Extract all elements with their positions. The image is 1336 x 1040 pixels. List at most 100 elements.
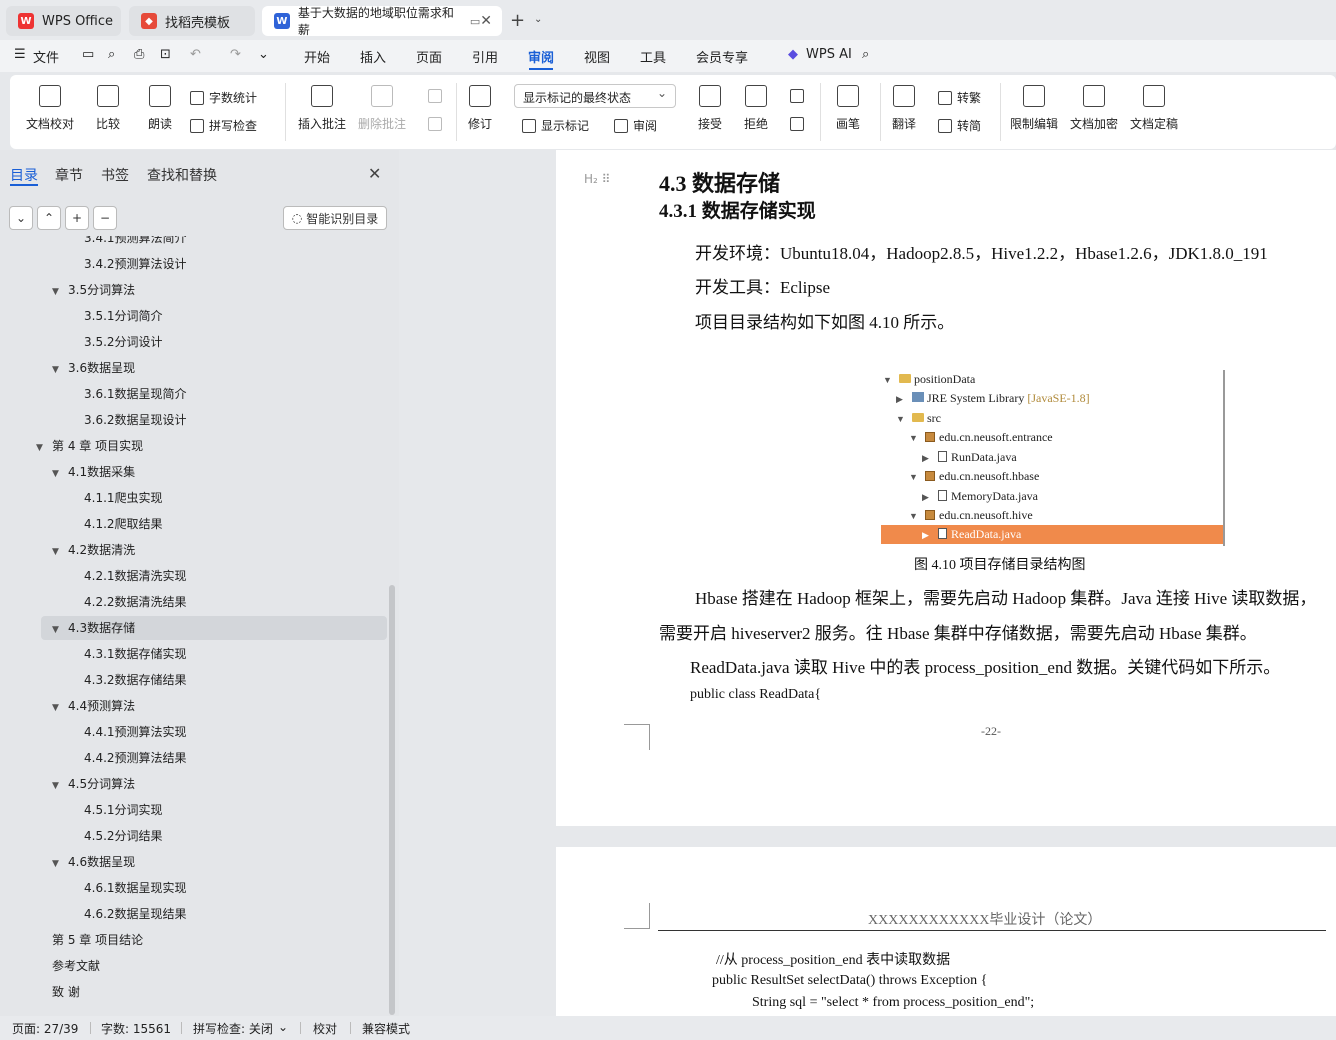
- compare-button[interactable]: 比较: [96, 85, 120, 132]
- menu-view[interactable]: 视图: [584, 47, 610, 66]
- expand-caret-icon[interactable]: ▼: [52, 618, 68, 642]
- toc-item[interactable]: 4.5.1分词实现: [0, 798, 387, 822]
- menu-wps-ai[interactable]: WPS AI: [806, 47, 852, 62]
- expand-up-button[interactable]: ⌃: [37, 206, 61, 230]
- prev-comment-button[interactable]: [428, 89, 447, 103]
- to-traditional-button[interactable]: 转繁: [938, 89, 981, 106]
- expand-caret-icon[interactable]: ▼: [52, 852, 68, 876]
- tab-document[interactable]: W 基于大数据的地域职位需求和薪 ▭ ✕: [262, 6, 502, 36]
- menu-member[interactable]: 会员专享: [696, 47, 748, 66]
- word-count-button[interactable]: 字数统计: [190, 89, 257, 106]
- proofread-button[interactable]: 文档校对: [26, 85, 74, 132]
- toc-item[interactable]: 3.6.2数据呈现设计: [0, 408, 387, 432]
- menu-home[interactable]: 开始: [304, 47, 330, 66]
- toc-item[interactable]: ▼3.6数据呈现: [0, 356, 387, 380]
- toc-item[interactable]: 3.4.2预测算法设计: [0, 252, 387, 276]
- add-heading-button[interactable]: +: [65, 206, 89, 230]
- show-markup-button[interactable]: 显示标记: [522, 117, 589, 134]
- expand-caret-icon[interactable]: ▼: [36, 436, 52, 460]
- toc-item[interactable]: 4.1.1爬虫实现: [0, 486, 387, 510]
- toc-item[interactable]: 4.3.2数据存储结果: [0, 668, 387, 692]
- more-chevron-icon[interactable]: ⌄: [258, 47, 269, 62]
- page-indicator[interactable]: 页面: 27/39: [12, 1020, 78, 1037]
- toc-item[interactable]: 3.5.1分词简介: [0, 304, 387, 328]
- toc-item[interactable]: 参考文献: [0, 954, 387, 978]
- undo-icon[interactable]: ↶: [190, 47, 201, 62]
- toc-item[interactable]: 4.6.1数据呈现实现: [0, 876, 387, 900]
- toc-item[interactable]: ▼3.5分词算法: [0, 278, 387, 302]
- toc-item[interactable]: 3.6.1数据呈现简介: [0, 382, 387, 406]
- toc-item[interactable]: ▼4.2数据清洗: [0, 538, 387, 562]
- menu-review[interactable]: 审阅: [528, 47, 554, 66]
- toc-item[interactable]: 4.2.1数据清洗实现: [0, 564, 387, 588]
- export-icon[interactable]: ⌕: [108, 47, 115, 62]
- finalize-button[interactable]: 文档定稿: [1130, 85, 1178, 132]
- reject-button[interactable]: 拒绝: [744, 85, 768, 132]
- close-icon[interactable]: ✕: [368, 164, 381, 183]
- chevron-down-icon[interactable]: ⌄: [278, 1020, 288, 1034]
- tab-template[interactable]: ◆ 找稻壳模板: [129, 6, 255, 36]
- toc-item[interactable]: 4.4.1预测算法实现: [0, 720, 387, 744]
- spell-check-button[interactable]: 拼写检查: [190, 117, 257, 134]
- menu-tools[interactable]: 工具: [640, 47, 666, 66]
- toc-item[interactable]: ▼4.6数据呈现: [0, 850, 387, 874]
- print-icon[interactable]: ⎙: [134, 47, 144, 62]
- tab-sections[interactable]: 章节: [55, 165, 83, 185]
- redo-icon[interactable]: ↷: [230, 47, 241, 62]
- tab-bookmarks[interactable]: 书签: [101, 165, 129, 185]
- toc-item[interactable]: ▼第 4 章 项目实现: [0, 434, 387, 458]
- document-page[interactable]: H₂ ⠿ 4.3 数据存储 4.3.1 数据存储实现 开发环境：Ubuntu18…: [556, 150, 1336, 826]
- pen-button[interactable]: 画笔: [836, 85, 860, 132]
- tab-toc[interactable]: 目录: [10, 165, 38, 185]
- save-icon[interactable]: ▭: [82, 47, 94, 62]
- toc-item[interactable]: ▼4.3数据存储: [41, 616, 387, 640]
- delete-comment-button[interactable]: 删除批注: [358, 85, 406, 132]
- next-change-button[interactable]: [790, 117, 809, 131]
- tab-find-replace[interactable]: 查找和替换: [147, 165, 217, 185]
- document-page[interactable]: XXXXXXXXXXXX毕业设计（论文） //从 process_positio…: [556, 847, 1336, 1016]
- accept-button[interactable]: 接受: [698, 85, 722, 132]
- menu-references[interactable]: 引用: [472, 47, 498, 66]
- expand-caret-icon[interactable]: ▼: [52, 462, 68, 486]
- to-simplified-button[interactable]: 转简: [938, 117, 981, 134]
- next-comment-button[interactable]: [428, 117, 447, 131]
- expand-caret-icon[interactable]: ▼: [52, 774, 68, 798]
- expand-caret-icon[interactable]: ▼: [52, 540, 68, 564]
- toc-item[interactable]: ▼4.5分词算法: [0, 772, 387, 796]
- word-count[interactable]: 字数: 15561: [101, 1020, 171, 1037]
- review-pane-button[interactable]: 审阅: [614, 117, 657, 134]
- heading-style-icon[interactable]: H₂ ⠿: [584, 172, 610, 186]
- toc-item[interactable]: 第 5 章 项目结论: [0, 928, 387, 952]
- smart-toc-button[interactable]: ◌ 智能识别目录: [283, 206, 387, 230]
- toc-item[interactable]: 4.2.2数据清洗结果: [0, 590, 387, 614]
- prev-change-button[interactable]: [790, 89, 809, 103]
- toc-item[interactable]: 致 谢: [0, 980, 387, 1004]
- spell-check-status[interactable]: 拼写检查: 关闭: [193, 1020, 273, 1037]
- proofread-status[interactable]: 校对: [313, 1020, 337, 1037]
- toc-item[interactable]: ▼4.1数据采集: [0, 460, 387, 484]
- close-tab-icon[interactable]: ✕: [480, 13, 492, 29]
- toc-item[interactable]: 3.4.1预测算法简介: [0, 236, 387, 250]
- toc-item[interactable]: 3.5.2分词设计: [0, 330, 387, 354]
- expand-caret-icon[interactable]: ▼: [52, 358, 68, 382]
- menu-insert[interactable]: 插入: [360, 47, 386, 66]
- print-preview-icon[interactable]: ⊡: [160, 47, 171, 62]
- expand-caret-icon[interactable]: ▼: [52, 696, 68, 720]
- menu-file[interactable]: 文件: [33, 47, 59, 66]
- restrict-edit-button[interactable]: 限制编辑: [1010, 85, 1058, 132]
- search-icon[interactable]: ⌕: [862, 47, 869, 62]
- translate-button[interactable]: 翻译: [892, 85, 916, 132]
- encrypt-button[interactable]: 文档加密: [1070, 85, 1118, 132]
- tab-wps-office[interactable]: W WPS Office: [6, 6, 121, 36]
- new-tab-icon[interactable]: +: [510, 10, 525, 31]
- expand-caret-icon[interactable]: ▼: [52, 280, 68, 304]
- read-aloud-button[interactable]: 朗读: [148, 85, 172, 132]
- collapse-button[interactable]: ⌄: [9, 206, 33, 230]
- insert-comment-button[interactable]: 插入批注: [298, 85, 346, 132]
- menu-page[interactable]: 页面: [416, 47, 442, 66]
- scrollbar[interactable]: [389, 585, 395, 1015]
- hamburger-icon[interactable]: ☰: [14, 47, 26, 62]
- remove-heading-button[interactable]: −: [93, 206, 117, 230]
- toc-item[interactable]: 4.1.2爬取结果: [0, 512, 387, 536]
- chevron-down-icon[interactable]: ⌄: [534, 14, 542, 25]
